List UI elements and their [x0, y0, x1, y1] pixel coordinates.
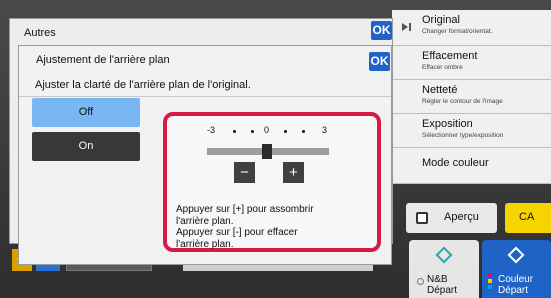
slider-min-label: -3: [207, 125, 216, 135]
start-bw-line2: Départ: [427, 285, 458, 296]
effacement-subtitle: Effacer ombre: [422, 64, 463, 71]
slider-dot: [251, 130, 254, 133]
original-item[interactable]: Original Changer format/orientat.: [392, 10, 551, 46]
bw-indicator-icon: [417, 278, 424, 285]
adjustment-highlight-box: -3 0 3 − + Appuyer sur [+] pour assombri…: [163, 112, 381, 252]
start-bw-button[interactable]: N&B Départ: [409, 240, 479, 298]
help-line-3: Appuyer sur [-] pour effacer: [176, 227, 298, 238]
expand-bar-icon: [409, 23, 411, 31]
start-color-button[interactable]: Couleur Départ: [482, 240, 551, 298]
slider-dot: [284, 130, 287, 133]
ca-label: CA: [519, 211, 535, 223]
increase-button[interactable]: +: [283, 162, 304, 183]
cyan-dot-icon: [488, 285, 492, 289]
nettete-subtitle: Régler le contour de l'image: [422, 98, 503, 105]
expand-arrow-icon: [402, 23, 408, 31]
mode-couleur-item[interactable]: Mode couleur: [392, 148, 551, 184]
dialog-title: Ajustement de l'arrière plan: [36, 54, 170, 66]
help-line-2: l'arrière plan.: [176, 215, 234, 227]
slider-thumb[interactable]: [262, 144, 272, 159]
background-adjust-dialog: Ajustement de l'arrière plan OK Ajuster …: [18, 45, 392, 265]
effacement-item[interactable]: Effacement Effacer ombre: [392, 46, 551, 80]
start-bw-line1: N&B: [427, 274, 448, 285]
preview-label: Aperçu: [444, 211, 479, 223]
slider-dot: [233, 130, 236, 133]
dialog-ok-button[interactable]: OK: [369, 52, 390, 71]
option-off-button[interactable]: Off: [32, 98, 140, 127]
exposition-item[interactable]: Exposition Sélectionner type/exposition: [392, 114, 551, 148]
start-color-line1: Couleur: [498, 274, 534, 285]
help-line-4: l'arrière plan.: [176, 238, 234, 250]
dialog-divider: [19, 96, 391, 97]
slider-zero-label: 0: [264, 125, 270, 135]
slider-dot: [302, 130, 305, 133]
bw-start-diamond-icon: [435, 246, 453, 264]
start-color-line2: Départ: [498, 285, 529, 296]
autres-ok-button[interactable]: OK: [371, 21, 392, 40]
preview-button[interactable]: Aperçu: [406, 203, 497, 233]
dialog-subtitle: Ajuster la clarté de l'arrière plan de l…: [35, 79, 251, 91]
original-subtitle: Changer format/orientat.: [422, 28, 493, 35]
effacement-title: Effacement: [422, 50, 478, 62]
magenta-dot-icon: [488, 273, 492, 277]
nettete-item[interactable]: Netteté Régler le contour de l'image: [392, 80, 551, 114]
exposition-subtitle: Sélectionner type/exposition: [422, 132, 504, 139]
autres-title: Autres: [24, 27, 56, 39]
color-start-diamond-icon: [507, 246, 525, 264]
help-text: Appuyer sur [+] pour assombrir l'arrière…: [176, 204, 326, 250]
preview-icon: [416, 212, 428, 224]
decrease-button[interactable]: −: [234, 162, 255, 183]
slider-max-label: 3: [322, 125, 328, 135]
exposition-title: Exposition: [422, 118, 473, 130]
nettete-title: Netteté: [422, 84, 458, 96]
mode-couleur-title: Mode couleur: [422, 157, 489, 169]
ca-button[interactable]: CA: [505, 203, 551, 233]
help-line-1: Appuyer sur [+] pour assombrir: [176, 204, 314, 215]
yellow-dot-icon: [488, 279, 492, 283]
original-title: Original: [422, 14, 460, 26]
option-on-button[interactable]: On: [32, 132, 140, 161]
